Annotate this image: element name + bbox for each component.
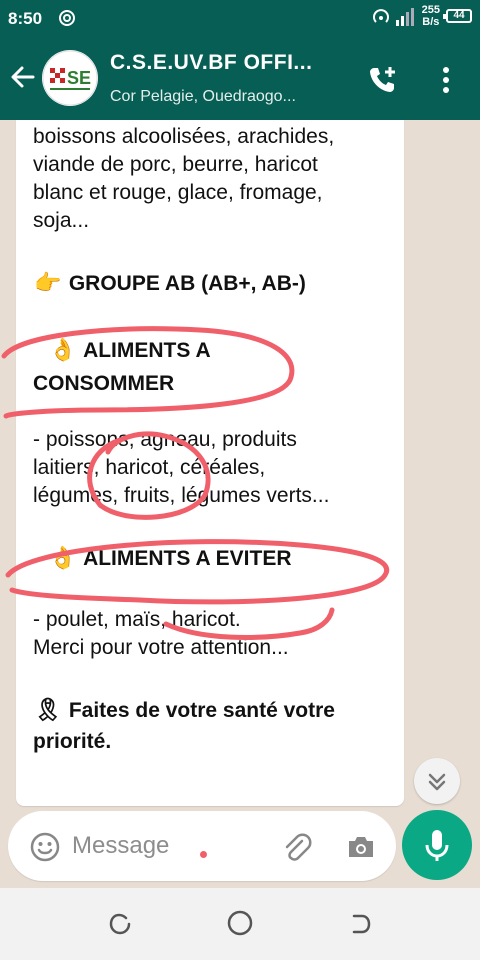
- group-title: GROUPE AB (AB+, AB-): [68, 272, 306, 295]
- ribbon-icon: 🎗: [34, 697, 62, 722]
- status-time: 8:50: [8, 9, 43, 28]
- message-line: légumes, fruits, légumes verts...: [33, 484, 330, 507]
- chat-participants[interactable]: Cor Pelagie, Ouedraogo...: [110, 88, 350, 106]
- consume-heading-line2: CONSOMMER: [33, 372, 175, 395]
- avatar-text: SE: [67, 68, 91, 88]
- attach-icon[interactable]: [280, 831, 314, 865]
- back-icon[interactable]: [348, 912, 372, 936]
- whatsapp-status-icon: [59, 10, 75, 26]
- message-line: blanc et rouge, glace, fromage,: [33, 181, 323, 204]
- avatar[interactable]: SE: [42, 50, 98, 106]
- battery-icon: 44: [443, 9, 472, 23]
- emoji-icon[interactable]: [30, 832, 60, 862]
- back-arrow-icon[interactable]: [8, 62, 38, 92]
- home-icon[interactable]: [227, 910, 253, 936]
- annotation-dot: [200, 851, 207, 858]
- message-line: - poulet, maïs, haricot.: [33, 608, 241, 631]
- message-line: boissons alcoolisées, arachides,: [33, 125, 335, 148]
- message-composer: [8, 811, 396, 881]
- group-heading: 👉 GROUPE AB (AB+, AB-): [33, 269, 306, 298]
- message-input[interactable]: [72, 829, 272, 863]
- recent-apps-icon[interactable]: [108, 912, 132, 936]
- more-vert-icon[interactable]: [436, 64, 456, 96]
- scroll-to-bottom-button[interactable]: [414, 758, 460, 804]
- closing-line: 🎗 Faites de votre santé votre: [33, 696, 335, 725]
- avoid-heading: 👌 ALIMENTS A EVITER: [48, 544, 292, 573]
- pointing-hand-icon: 👉: [34, 270, 62, 295]
- mic-button[interactable]: [402, 810, 472, 880]
- add-call-icon[interactable]: [366, 64, 398, 96]
- system-nav-bar: [0, 888, 480, 960]
- closing-line2: priorité.: [33, 730, 112, 753]
- hotspot-icon: [373, 9, 389, 23]
- network-speed-value: 255: [421, 4, 440, 16]
- camera-icon[interactable]: [346, 833, 376, 861]
- message-line: viande de porc, beurre, haricot: [33, 153, 318, 176]
- signal-icon: [396, 8, 414, 26]
- consume-heading: 👌 ALIMENTS A: [48, 336, 211, 365]
- cse-logo-icon: SE: [42, 50, 98, 106]
- message-line: - poissons, agneau, produits: [33, 428, 297, 451]
- chat-header: SE C.S.E.UV.BF OFFI... Cor Pelagie, Oued…: [0, 36, 480, 120]
- message-line: laitiers, haricot, céréales,: [33, 456, 266, 479]
- mic-icon: [425, 830, 449, 861]
- message-line: soja...: [33, 209, 90, 232]
- chat-title[interactable]: C.S.E.UV.BF OFFI...: [110, 51, 350, 75]
- ok-hand-icon: 👌: [49, 337, 77, 362]
- status-bar: 8:50 255 B/s 44: [0, 0, 480, 36]
- network-speed: 255 B/s: [422, 4, 440, 28]
- closing-line1: Faites de votre santé votre: [68, 699, 335, 722]
- ok-hand-icon: 👌: [49, 545, 77, 570]
- double-chevron-down-icon: [428, 773, 446, 791]
- network-speed-unit: B/s: [422, 16, 440, 28]
- consume-heading-line1: ALIMENTS A: [83, 339, 211, 362]
- avoid-heading-text: ALIMENTS A EVITER: [83, 547, 292, 570]
- message-line: Merci pour votre attention...: [33, 636, 289, 659]
- chat-area[interactable]: boissons alcoolisées, arachides, viande …: [0, 120, 480, 808]
